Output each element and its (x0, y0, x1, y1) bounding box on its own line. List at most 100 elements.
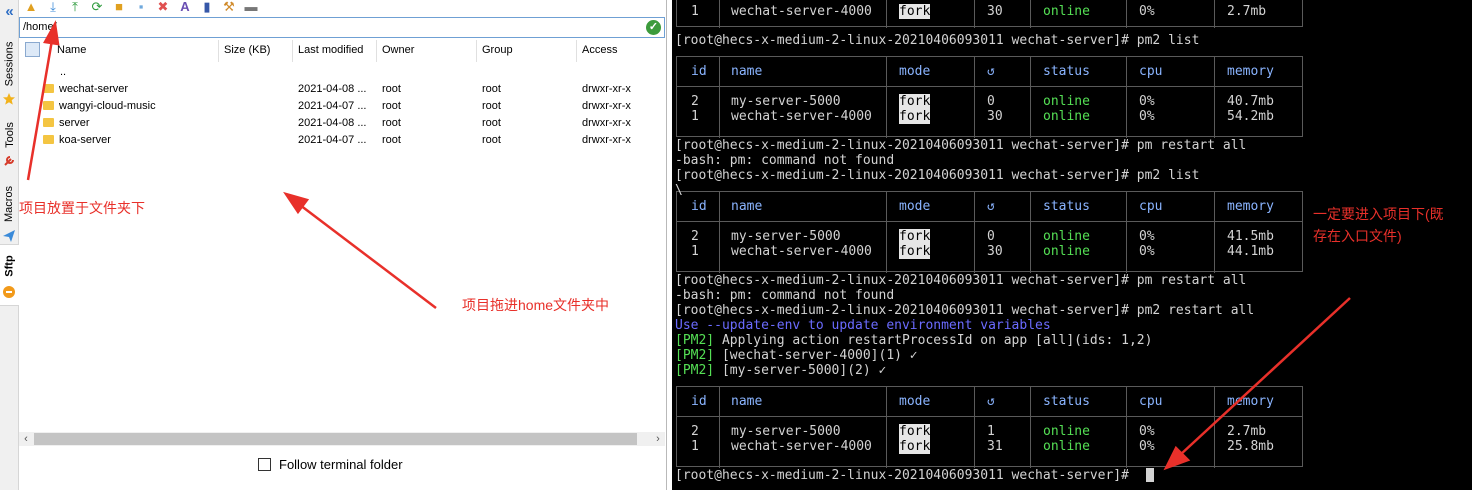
follow-terminal-folder[interactable]: Follow terminal folder (258, 457, 403, 472)
file-access: drwxr-xr-x (582, 134, 631, 146)
file-row[interactable]: wechat-server 2021-04-08 ... root root d… (19, 81, 665, 98)
pm2-cell-mode: fork (899, 244, 931, 259)
permissions-icon[interactable]: ⚒ (221, 0, 237, 14)
new-file-icon[interactable]: ▪ (133, 0, 149, 14)
pm2-header-cpu: cpu (1139, 394, 1163, 409)
download-icon[interactable]: ⤓ (45, 0, 61, 14)
pm2-cell-restarts: 30 (987, 109, 1003, 124)
pm2-cell-mode: fork (899, 229, 931, 244)
pm2-cell-cpu: 0% (1139, 439, 1155, 454)
pm2-table: id name mode ↺ status cpu memory 2 my-server-500… (676, 56, 1303, 138)
parent-directory-label: .. (60, 66, 67, 78)
pm2-cell-mode: fork (899, 94, 931, 109)
pm2-cell-memory: 44.1mb (1227, 244, 1274, 259)
file-row[interactable]: koa-server 2021-04-07 ... root root drwx… (19, 132, 665, 149)
tab-macros-label: Macros (3, 185, 16, 223)
pm2-cell-id: 1 (691, 109, 699, 124)
pm2-header-mode: mode (899, 199, 931, 214)
file-modified: 2021-04-08 ... (298, 117, 367, 129)
header-owner[interactable]: Owner (382, 44, 414, 56)
tab-macros[interactable]: Macros (0, 180, 19, 228)
file-name: server (59, 117, 90, 129)
header-name[interactable]: Name (57, 44, 86, 56)
pm2-header-memory: memory (1227, 394, 1274, 409)
file-access: drwxr-xr-x (582, 117, 631, 129)
file-row[interactable]: wangyi-cloud-music 2021-04-07 ... root r… (19, 98, 665, 115)
file-group: root (482, 83, 501, 95)
terminal-prompt-line: [root@hecs-x-medium-2-linux-202104060930… (675, 468, 1129, 483)
delete-icon[interactable]: ✖ (155, 0, 171, 14)
send-icon (3, 230, 15, 242)
header-access[interactable]: Access (582, 44, 617, 56)
pm2-cell-name: my-server-5000 (731, 424, 841, 439)
pm2-cell-cpu: 0% (1139, 244, 1155, 259)
file-row[interactable]: server 2021-04-08 ... root root drwxr-xr… (19, 115, 665, 132)
scroll-left-icon[interactable]: ‹ (19, 432, 33, 446)
follow-terminal-checkbox[interactable] (258, 458, 271, 471)
horizontal-scrollbar[interactable]: ‹ › (19, 432, 665, 446)
pm2-cell-cpu: 0% (1139, 94, 1155, 109)
scrollbar-thumb[interactable] (34, 433, 637, 445)
pm2-cell-restarts: 30 (987, 244, 1003, 259)
pm2-header-memory: memory (1227, 199, 1274, 214)
pm2-cell-status: online (1043, 244, 1090, 259)
terminal-icon[interactable]: ▬ (243, 0, 259, 14)
pm2-header-id: id (691, 394, 707, 409)
pm2-cell-mode: fork (899, 4, 931, 19)
folder-icon (43, 118, 54, 127)
scroll-right-icon[interactable]: › (651, 432, 665, 446)
terminal-line: [root@hecs-x-medium-2-linux-202104060930… (675, 33, 1200, 48)
pm2-header-cpu: cpu (1139, 64, 1163, 79)
star-icon (3, 93, 15, 105)
pm2-cell-name: wechat-server-4000 (731, 4, 872, 19)
tab-sftp[interactable]: Sftp (0, 244, 19, 306)
side-tab-strip: « Sessions Tools Macros Sftp (0, 0, 19, 490)
path-bar: ✓ (19, 17, 665, 38)
rename-icon[interactable]: A (177, 0, 193, 14)
pm2-cell-status: online (1043, 94, 1090, 109)
path-confirm-icon[interactable]: ✓ (646, 20, 661, 35)
terminal-line: [PM2] [my-server-5000](2) ✓ (675, 363, 887, 378)
collapse-panel-icon[interactable]: « (2, 3, 17, 21)
tab-sessions[interactable]: Sessions (0, 36, 19, 92)
pm2-cell-memory: 2.7mb (1227, 4, 1267, 19)
pm2-cell-name: my-server-5000 (731, 94, 841, 109)
tab-sftp-wrap: Sftp (0, 249, 19, 283)
terminal-line: [root@hecs-x-medium-2-linux-202104060930… (675, 303, 1255, 318)
parent-directory-row[interactable]: .. (19, 64, 665, 81)
pm2-cell-name: my-server-5000 (731, 229, 841, 244)
header-size[interactable]: Size (KB) (224, 44, 270, 56)
terminal[interactable]: 1 wechat-server-4000 fork 30 online 0% 2… (672, 0, 1472, 490)
new-folder-icon[interactable]: ■ (111, 0, 127, 14)
file-name: koa-server (59, 134, 111, 146)
header-last-modified[interactable]: Last modified (298, 44, 363, 56)
terminal-line: [PM2] [wechat-server-4000](1) ✓ (675, 348, 918, 363)
tab-sftp-label: Sftp (3, 255, 16, 277)
pm2-cell-mode: fork (899, 424, 931, 439)
file-owner: root (382, 100, 401, 112)
pm2-cell-memory: 40.7mb (1227, 94, 1274, 109)
pm2-header-status: status (1043, 394, 1090, 409)
pm2-cell-memory: 2.7mb (1227, 424, 1267, 439)
file-owner: root (382, 83, 401, 95)
upload-folder-icon[interactable]: ▲ (23, 0, 39, 14)
file-group: root (482, 134, 501, 146)
file-modified: 2021-04-07 ... (298, 100, 367, 112)
pm2-cell-memory: 25.8mb (1227, 439, 1274, 454)
annotation-middle: 项目拖进home文件夹中 (462, 297, 610, 313)
properties-icon[interactable]: ▮ (199, 0, 215, 14)
refresh-icon[interactable]: ⟳ (89, 0, 105, 14)
tab-sessions-label: Sessions (3, 41, 16, 87)
header-group[interactable]: Group (482, 44, 513, 56)
upload-icon[interactable]: ⤒ (67, 0, 83, 14)
file-modified: 2021-04-07 ... (298, 134, 367, 146)
pm2-cell-cpu: 0% (1139, 4, 1155, 19)
pm2-header-id: id (691, 64, 707, 79)
pm2-header-id: id (691, 199, 707, 214)
tab-tools[interactable]: Tools (0, 116, 19, 154)
tools-icon (4, 156, 14, 166)
path-input[interactable] (23, 21, 623, 33)
file-group: root (482, 117, 501, 129)
pm2-table: id name mode ↺ status cpu memory 2 my-server-500… (676, 191, 1303, 273)
pm2-header-mode: mode (899, 64, 931, 79)
